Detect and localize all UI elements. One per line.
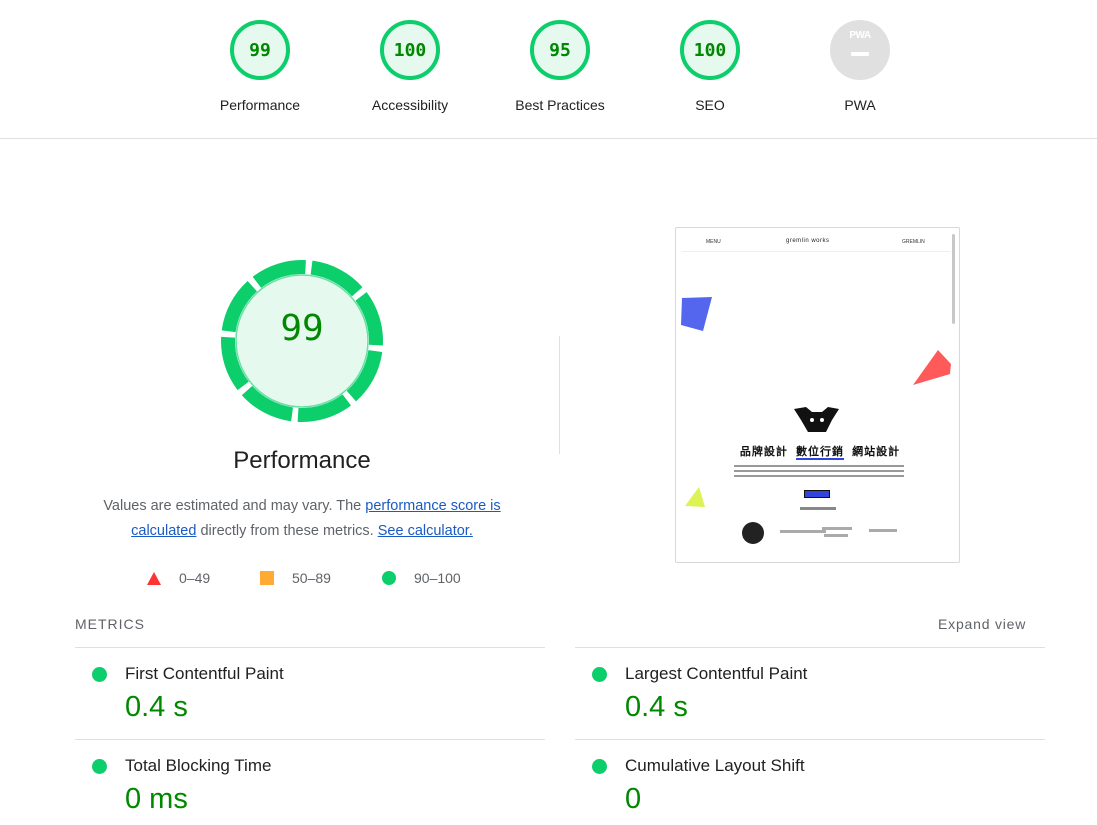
category-bar: 99 Performance 100 Accessibility 95 Best… xyxy=(0,0,1097,139)
gremlin-mascot-icon xyxy=(794,407,839,432)
gauge-best-practices[interactable]: 95 Best Practices xyxy=(485,0,635,139)
metric-value: 0 ms xyxy=(125,783,188,815)
pass-circle-icon xyxy=(592,759,607,774)
metric-name: Total Blocking Time xyxy=(125,756,272,775)
thumb-heading-text: 品牌設計 xyxy=(739,446,788,458)
legend-pass: 90–100 xyxy=(382,568,461,588)
square-icon xyxy=(260,571,274,585)
gauge-label: Performance xyxy=(219,97,301,113)
see-calculator-link[interactable]: See calculator. xyxy=(378,523,473,539)
gauge-performance[interactable]: 99 Performance xyxy=(185,0,335,139)
performance-description: Values are estimated and may vary. The p… xyxy=(80,494,524,544)
final-screenshot-thumbnail[interactable]: MENU gremlin works GREMLIN 品牌設計 數位行銷 網站設… xyxy=(675,227,960,563)
gauge-label: Accessibility xyxy=(371,97,449,113)
metric-value: 0.4 s xyxy=(625,691,688,723)
vertical-divider xyxy=(559,336,560,454)
pass-circle-icon xyxy=(92,759,107,774)
score-value: 100 xyxy=(393,39,427,61)
pass-circle-icon xyxy=(592,667,607,682)
circle-icon xyxy=(382,571,396,585)
legend-average: 50–89 xyxy=(260,568,331,588)
gauge-label: PWA xyxy=(844,97,876,113)
metric-name: Largest Contentful Paint xyxy=(625,664,808,683)
score-ring: 99 xyxy=(230,20,290,80)
performance-score: 99 xyxy=(280,308,324,349)
expand-view-toggle[interactable]: Expand view xyxy=(938,616,1026,632)
thumb-heading: 品牌設計 數位行銷 網站設計 xyxy=(720,443,920,460)
score-value: 99 xyxy=(249,39,271,61)
score-ring: 100 xyxy=(380,20,440,80)
legend-range: 50–89 xyxy=(292,570,331,586)
blue-shape-icon xyxy=(681,297,712,331)
metric-value: 0.4 s xyxy=(125,691,188,723)
metric-cumulative-layout-shift: Cumulative Layout Shift 0 xyxy=(575,739,1045,825)
metric-name: Cumulative Layout Shift xyxy=(625,756,805,775)
score-ring: 100 xyxy=(680,20,740,80)
metric-value: 0 xyxy=(625,783,642,815)
gauge-label: Best Practices xyxy=(515,97,605,113)
gauge-seo[interactable]: 100 SEO xyxy=(635,0,785,139)
thumb-heading-text: 網站設計 xyxy=(852,446,901,458)
desc-text: Values are estimated and may vary. The xyxy=(103,498,366,514)
metric-total-blocking-time: Total Blocking Time 0 ms xyxy=(75,739,545,825)
score-value: 95 xyxy=(549,39,571,61)
pwa-dash-icon xyxy=(851,52,869,56)
desc-text: directly from these metrics. xyxy=(196,523,378,539)
legend-range: 0–49 xyxy=(179,570,211,586)
gauge-pwa[interactable]: PWA PWA xyxy=(785,0,935,139)
metric-name: First Contentful Paint xyxy=(125,664,284,683)
thumb-subtext xyxy=(800,507,836,510)
gauge-label: SEO xyxy=(695,97,725,113)
thumb-paragraph xyxy=(734,465,904,485)
score-ring: 95 xyxy=(530,20,590,80)
thumb-cta-button xyxy=(804,490,830,498)
performance-title: Performance xyxy=(233,447,371,474)
legend-range: 90–100 xyxy=(414,570,461,586)
yellow-shape-icon xyxy=(685,487,705,507)
metric-first-contentful-paint: First Contentful Paint 0.4 s xyxy=(75,647,545,739)
legend-fail: 0–49 xyxy=(147,568,210,588)
metrics-header: METRICS xyxy=(75,616,145,632)
pwa-badge-text: PWA xyxy=(849,30,871,41)
metric-largest-contentful-paint: Largest Contentful Paint 0.4 s xyxy=(575,647,1045,739)
thumb-decorations xyxy=(681,297,951,544)
gauge-accessibility[interactable]: 100 Accessibility xyxy=(335,0,485,139)
thumb-heading-text: 數位行銷 xyxy=(796,446,844,460)
score-value: 100 xyxy=(693,39,727,61)
triangle-icon xyxy=(147,571,161,585)
red-shape-icon xyxy=(913,350,951,385)
client-logos xyxy=(742,522,897,544)
pass-circle-icon xyxy=(92,667,107,682)
pwa-badge-icon: PWA xyxy=(830,20,890,80)
